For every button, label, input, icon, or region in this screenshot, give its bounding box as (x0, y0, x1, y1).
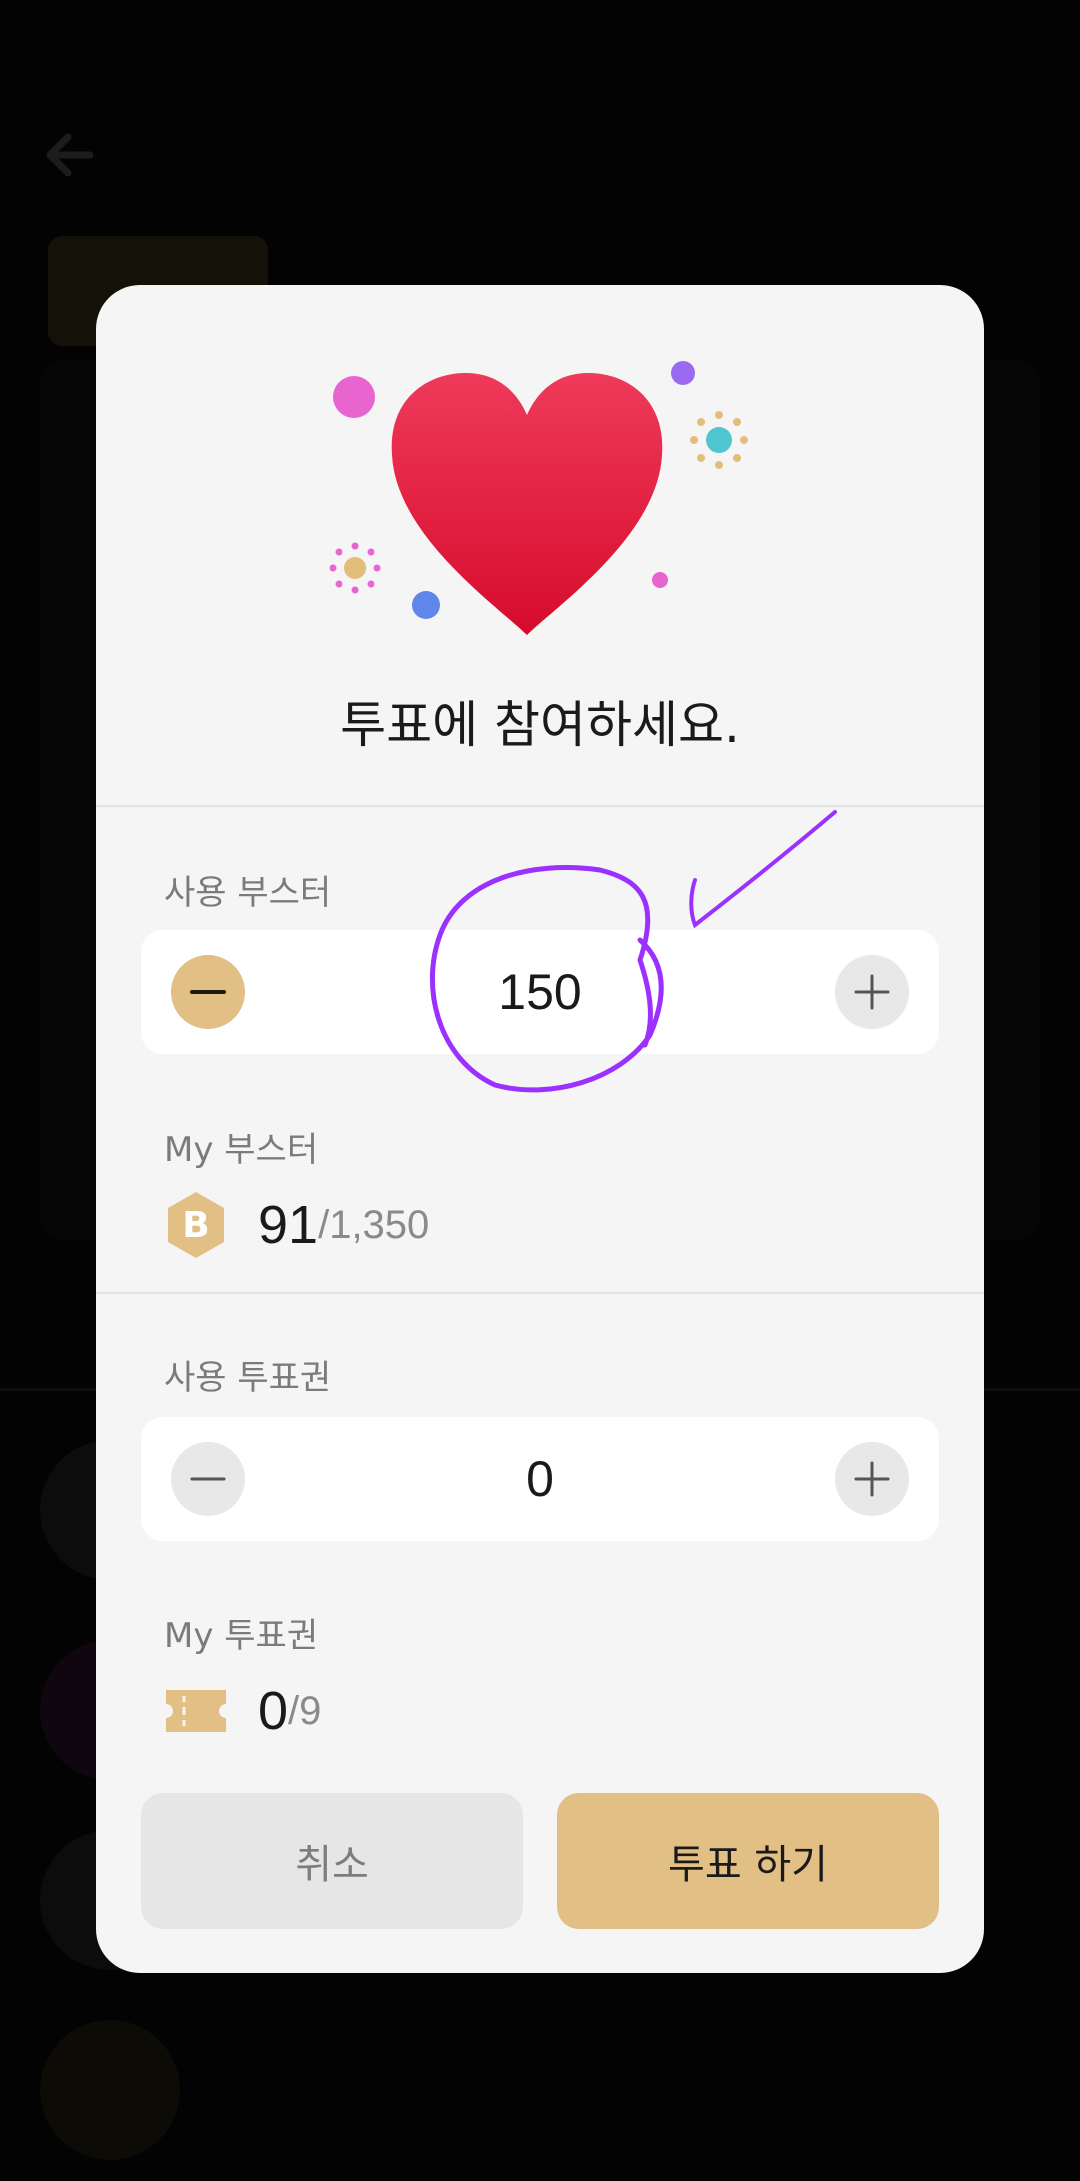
section-divider (96, 1292, 984, 1294)
booster-stepper[interactable]: 150 (141, 930, 939, 1054)
sparkle-icon (690, 411, 748, 469)
my-booster-total: /1,350 (318, 1202, 430, 1247)
ticket-amount: 0 (526, 1451, 554, 1507)
my-ticket-current: 0 (258, 1681, 289, 1741)
ticket-icon (166, 1690, 226, 1732)
booster-increase-button[interactable] (835, 955, 909, 1029)
svg-text:B: B (182, 1205, 209, 1246)
booster-amount: 150 (498, 964, 582, 1020)
my-ticket-total: /9 (288, 1688, 322, 1733)
vote-dialog: 투표에 참여하세요. 사용 부스터 150 My 부스터 B 91/1,350 … (96, 285, 984, 1973)
my-booster-label: My 부스터 (164, 1130, 319, 1170)
booster-hexagon-icon: B (168, 1192, 224, 1258)
plus-icon (854, 974, 890, 1010)
vote-button[interactable]: 투표 하기 (557, 1793, 939, 1929)
my-booster-balance: B 91/1,350 (164, 1185, 429, 1265)
my-ticket-label: My 투표권 (164, 1616, 319, 1656)
background-avatar (40, 2020, 180, 2160)
sparkle-icon (329, 542, 381, 594)
my-ticket-balance: 0/9 (164, 1671, 321, 1751)
my-booster-current: 91 (258, 1195, 319, 1255)
section-divider (96, 805, 984, 807)
cancel-button[interactable]: 취소 (141, 1793, 523, 1929)
ticket-stepper[interactable]: 0 (141, 1417, 939, 1541)
heart-illustration (329, 361, 748, 635)
arrow-left-icon (46, 133, 94, 177)
booster-usage-label: 사용 부스터 (164, 873, 332, 913)
plus-icon (854, 1461, 890, 1497)
ticket-increase-button[interactable] (835, 1442, 909, 1516)
dialog-title: 투표에 참여하세요. (340, 696, 740, 754)
ticket-usage-label: 사용 투표권 (164, 1358, 332, 1398)
